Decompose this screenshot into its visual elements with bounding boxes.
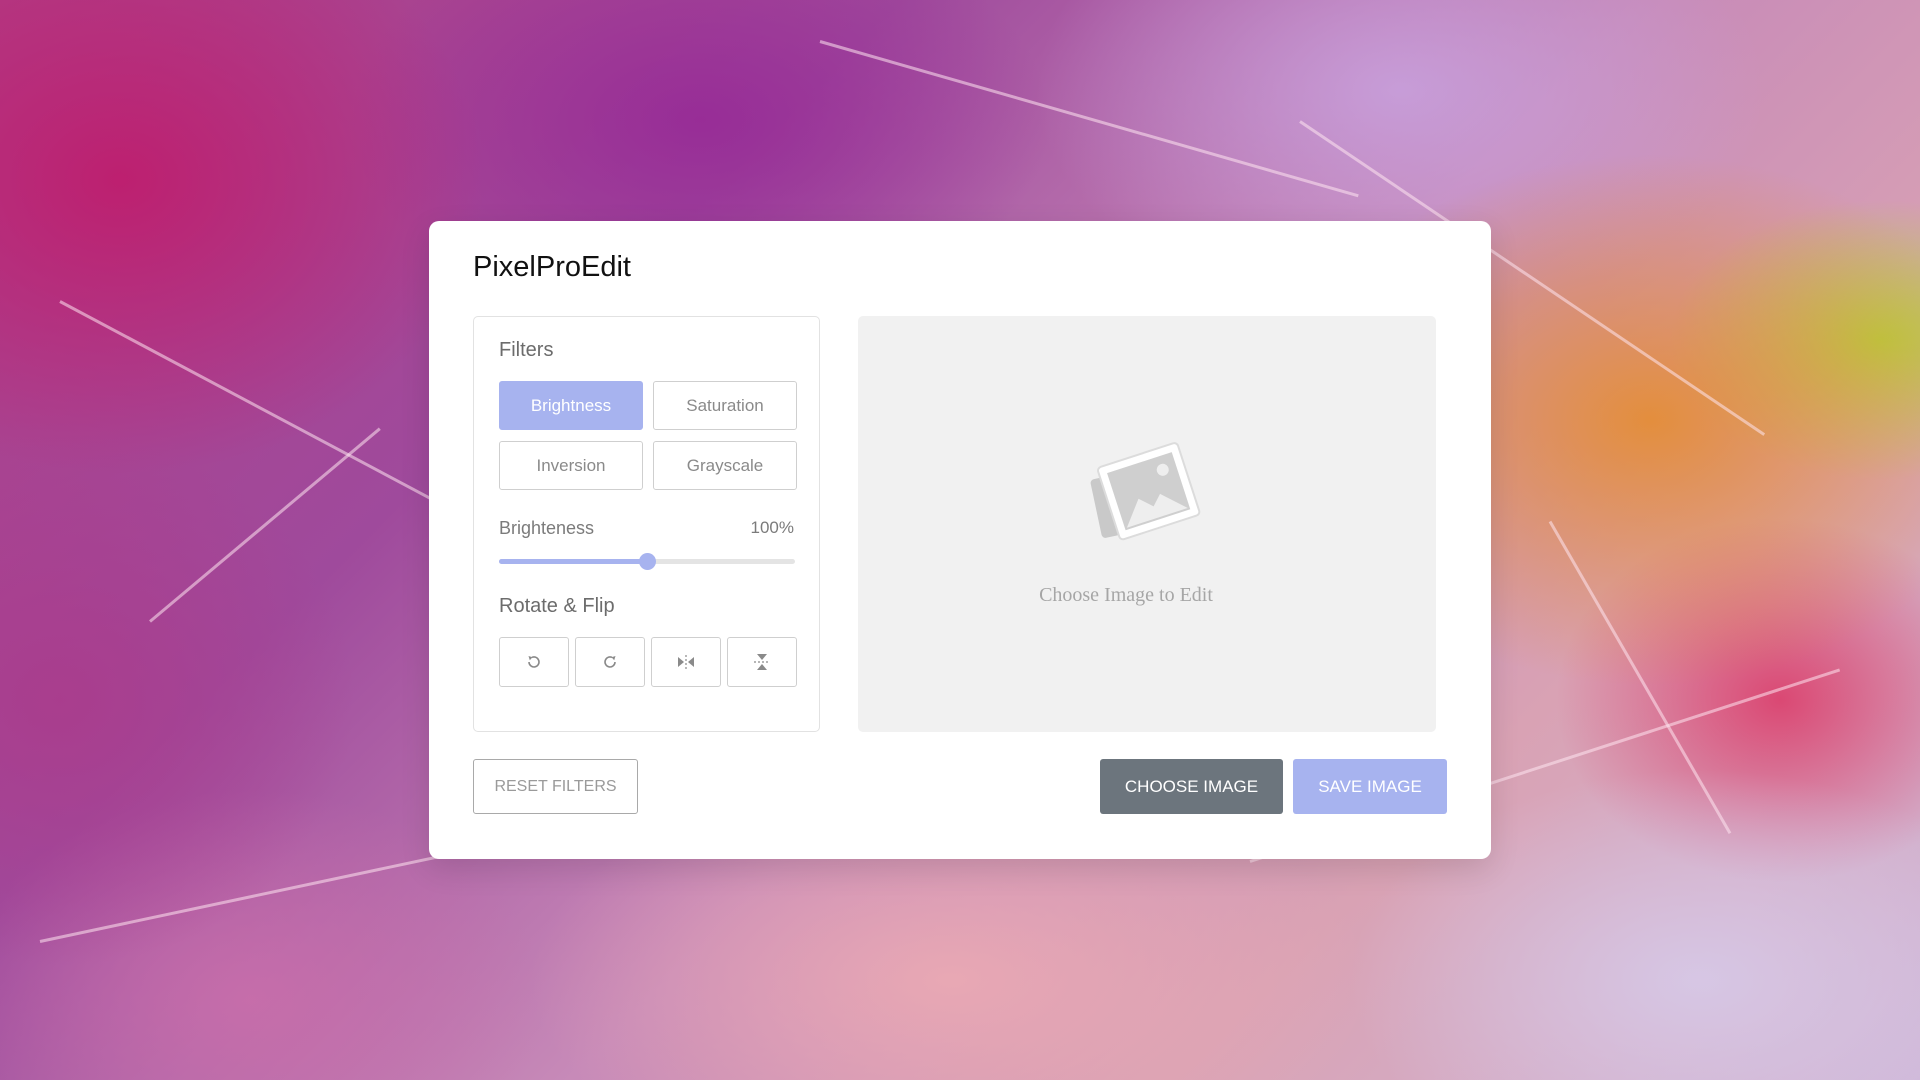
- rotate-right-icon: [604, 656, 616, 668]
- flip-horizontal-icon: [678, 655, 694, 669]
- reset-filters-button[interactable]: RESET FILTERS: [473, 759, 638, 814]
- image-placeholder-icon: [1090, 442, 1201, 541]
- choose-image-button[interactable]: CHOOSE IMAGE: [1100, 759, 1283, 814]
- slider-fill: [499, 559, 647, 564]
- filter-brightness-button[interactable]: Brightness: [499, 381, 643, 430]
- save-image-button[interactable]: SAVE IMAGE: [1293, 759, 1447, 814]
- slider-thumb[interactable]: [639, 553, 656, 570]
- slider-value: 100%: [750, 518, 794, 537]
- filters-heading: Filters: [499, 339, 554, 361]
- preview-placeholder-text: Choose Image to Edit: [1039, 584, 1213, 606]
- filter-grayscale-button[interactable]: Grayscale: [653, 441, 797, 490]
- flip-horizontal-button[interactable]: [651, 637, 721, 687]
- filter-saturation-button[interactable]: Saturation: [653, 381, 797, 430]
- rotate-left-button[interactable]: [499, 637, 569, 687]
- flip-vertical-icon: [754, 654, 770, 670]
- editor-card: PixelProEdit Filters Brightness Saturati…: [429, 221, 1491, 859]
- rotate-right-button[interactable]: [575, 637, 645, 687]
- rotate-left-icon: [528, 656, 540, 668]
- controls-panel: Filters Brightness Saturation Inversion …: [473, 316, 820, 732]
- slider-label: Brighteness: [499, 518, 595, 538]
- image-preview-area: Choose Image to Edit: [858, 316, 1436, 732]
- filter-inversion-button[interactable]: Inversion: [499, 441, 643, 490]
- rotate-flip-heading: Rotate & Flip: [499, 595, 615, 617]
- app-title: PixelProEdit: [473, 251, 631, 283]
- flip-vertical-button[interactable]: [727, 637, 797, 687]
- brightness-slider[interactable]: [499, 553, 795, 570]
